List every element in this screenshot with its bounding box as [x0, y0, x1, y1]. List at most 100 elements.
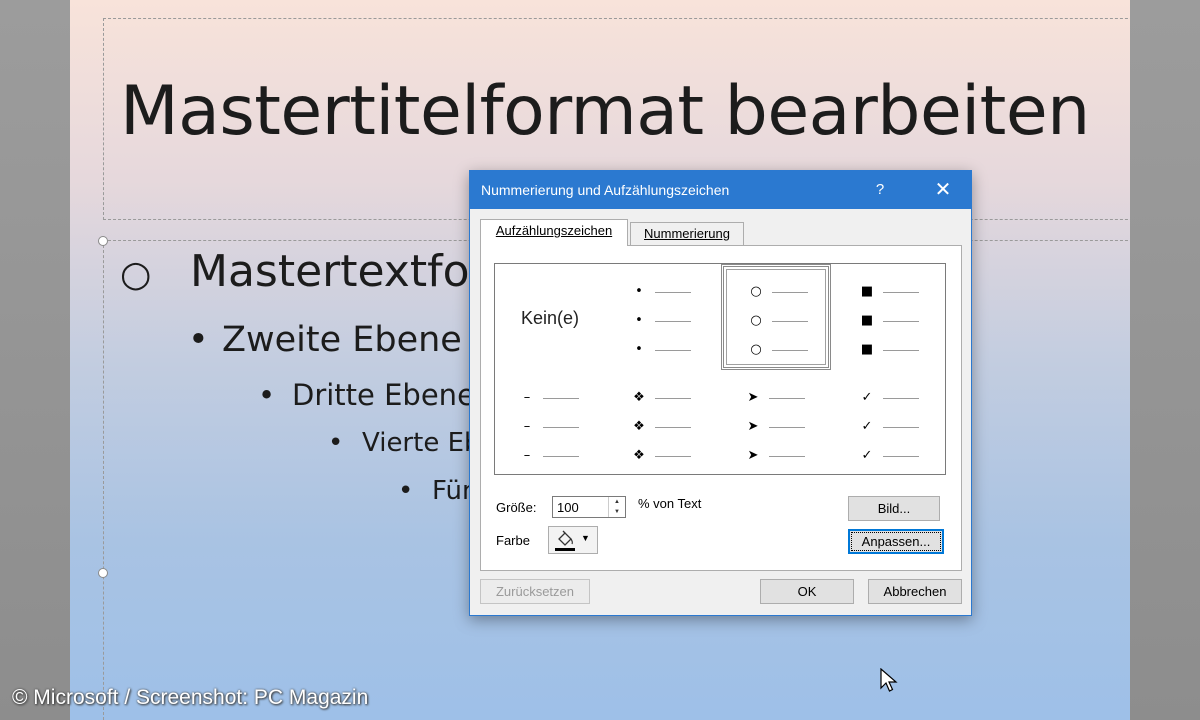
- percent-of-text-label: % von Text: [638, 496, 702, 511]
- bullet-preview-line: ○: [724, 311, 834, 331]
- bullet-hollow-circle-icon: ○: [750, 313, 762, 328]
- bullet-preview-line: ✓: [835, 417, 945, 437]
- bullet-dash-icon: –: [523, 390, 531, 405]
- bullet-arrowhead-icon: ➤: [747, 419, 759, 434]
- dialog-titlebar[interactable]: Nummerierung und Aufzählungszeichen ? ✕: [470, 171, 971, 209]
- ok-button[interactable]: OK: [760, 579, 854, 604]
- bullet-dash-icon: –: [523, 448, 531, 463]
- preview-text-line: [772, 350, 808, 351]
- color-label: Farbe: [496, 533, 530, 548]
- bullet-preview-line: •: [607, 311, 717, 331]
- customize-button[interactable]: Anpassen...: [848, 529, 944, 554]
- close-icon[interactable]: ✕: [925, 175, 961, 205]
- bullet-preview-line: ■: [835, 340, 945, 360]
- bullet-arrowhead-icon: ➤: [747, 448, 759, 463]
- tab-numbering-label: Nummerierung: [644, 226, 730, 241]
- bullet-preview-line: ■: [835, 282, 945, 302]
- size-spinner[interactable]: 100 ▲ ▼: [552, 496, 626, 518]
- bullet-filled-square-icon: ■: [860, 342, 874, 357]
- bullet-option-bullet-dash[interactable]: – – –: [495, 370, 605, 476]
- bullet-small-dot-icon: •: [635, 342, 643, 357]
- bullet-dot-icon: •: [398, 476, 414, 506]
- bullet-dash-icon: –: [523, 419, 531, 434]
- bullet-checkmark-icon: ✓: [861, 419, 873, 434]
- bullet-small-dot-icon: •: [635, 313, 643, 328]
- bullet-preview-line: ➤: [721, 446, 831, 466]
- preview-text-line: [883, 427, 919, 428]
- tab-numbering[interactable]: Nummerierung: [630, 222, 744, 246]
- bullet-diamond-four-icon: ❖: [633, 419, 645, 434]
- dialog-title: Nummerierung und Aufzählungszeichen: [481, 182, 730, 198]
- bullet-dot-icon: •: [328, 428, 344, 458]
- preview-text-line: [655, 321, 691, 322]
- bullet-preview-line: ○: [724, 282, 834, 302]
- text-level-3[interactable]: • Dritte Ebene: [258, 378, 475, 412]
- preview-text-line: [655, 350, 691, 351]
- help-button[interactable]: ?: [865, 179, 895, 201]
- bullet-preview-line: ✓: [835, 446, 945, 466]
- tab-bullets[interactable]: Aufzählungszeichen: [480, 219, 628, 246]
- text-level-3-label: Dritte Ebene: [292, 378, 475, 412]
- resize-handle-top-left[interactable]: [98, 236, 108, 246]
- bullets-numbering-dialog: Nummerierung und Aufzählungszeichen ? ✕ …: [469, 170, 972, 616]
- bullet-arrowhead-icon: ➤: [747, 390, 759, 405]
- body-placeholder-border-left: [103, 240, 104, 720]
- bullet-preview-line: •: [607, 282, 717, 302]
- bullet-preview-line: –: [495, 388, 605, 408]
- bullet-preview-line: ✓: [835, 388, 945, 408]
- bullet-preview-line: ❖: [607, 388, 717, 408]
- bullet-option-bullet-checkmark[interactable]: ✓ ✓ ✓: [835, 370, 945, 476]
- bullet-preview-line: ➤: [721, 417, 831, 437]
- bullet-option-none-label: Kein(e): [521, 308, 580, 328]
- preview-text-line: [655, 398, 691, 399]
- preview-text-line: [883, 350, 919, 351]
- bullet-preview-line: •: [607, 340, 717, 360]
- copyright-watermark: © Microsoft / Screenshot: PC Magazin: [12, 686, 369, 709]
- resize-handle-mid-left[interactable]: [98, 568, 108, 578]
- preview-text-line: [543, 398, 579, 399]
- preview-text-line: [883, 321, 919, 322]
- bullet-preview-line: ○: [724, 340, 834, 360]
- bullet-option-none[interactable]: Kein(e): [495, 264, 605, 370]
- bullet-gallery: Kein(e) • • • ○ ○ ○ ■ ■ ■ – – – ❖ ❖ ❖ ➤ ➤ ➤ ✓ ✓ ✓: [494, 263, 946, 475]
- bullet-option-bullet-filled-square[interactable]: ■ ■ ■: [835, 264, 945, 370]
- slide-title[interactable]: Mastertitelformat bearbeiten: [120, 72, 1090, 151]
- bullet-diamond-four-icon: ❖: [633, 390, 645, 405]
- size-value: 100: [557, 500, 579, 515]
- bullet-option-bullet-hollow-circle[interactable]: ○ ○ ○: [721, 264, 831, 370]
- color-swatch: [555, 548, 575, 551]
- bullet-dot-icon: •: [258, 378, 276, 412]
- preview-text-line: [772, 292, 808, 293]
- preview-text-line: [769, 398, 805, 399]
- preview-text-line: [769, 427, 805, 428]
- preview-text-line: [543, 456, 579, 457]
- preview-text-line: [772, 321, 808, 322]
- preview-text-line: [655, 427, 691, 428]
- preview-text-line: [883, 398, 919, 399]
- picture-button[interactable]: Bild...: [848, 496, 940, 521]
- bullet-small-dot-icon: •: [635, 284, 643, 299]
- cancel-button[interactable]: Abbrechen: [868, 579, 962, 604]
- bullet-option-bullet-small-dot[interactable]: • • •: [607, 264, 717, 370]
- tab-bullets-label: Aufzählungszeichen: [495, 223, 613, 238]
- bullet-preview-line: ➤: [721, 388, 831, 408]
- reset-button[interactable]: Zurücksetzen: [480, 579, 590, 604]
- bullet-preview-line: ■: [835, 311, 945, 331]
- bullet-option-bullet-diamond-four[interactable]: ❖ ❖ ❖: [607, 370, 717, 476]
- text-level-2-label: Zweite Ebene: [222, 320, 462, 360]
- spin-down-icon[interactable]: ▼: [609, 507, 625, 517]
- spinner-buttons: ▲ ▼: [608, 497, 625, 517]
- app-background-left: [0, 0, 70, 720]
- preview-text-line: [883, 292, 919, 293]
- bullet-option-bullet-arrowhead[interactable]: ➤ ➤ ➤: [721, 370, 831, 476]
- bullet-checkmark-icon: ✓: [861, 448, 873, 463]
- bullet-preview-line: –: [495, 417, 605, 437]
- preview-text-line: [883, 456, 919, 457]
- text-level-2[interactable]: • Zweite Ebene: [188, 320, 462, 360]
- bullet-preview-line: –: [495, 446, 605, 466]
- spin-up-icon[interactable]: ▲: [609, 497, 625, 507]
- bullet-preview-line: ❖: [607, 417, 717, 437]
- bullet-preview-line: ❖: [607, 446, 717, 466]
- bullet-filled-square-icon: ■: [860, 284, 874, 299]
- color-picker-button[interactable]: ▼: [548, 526, 598, 554]
